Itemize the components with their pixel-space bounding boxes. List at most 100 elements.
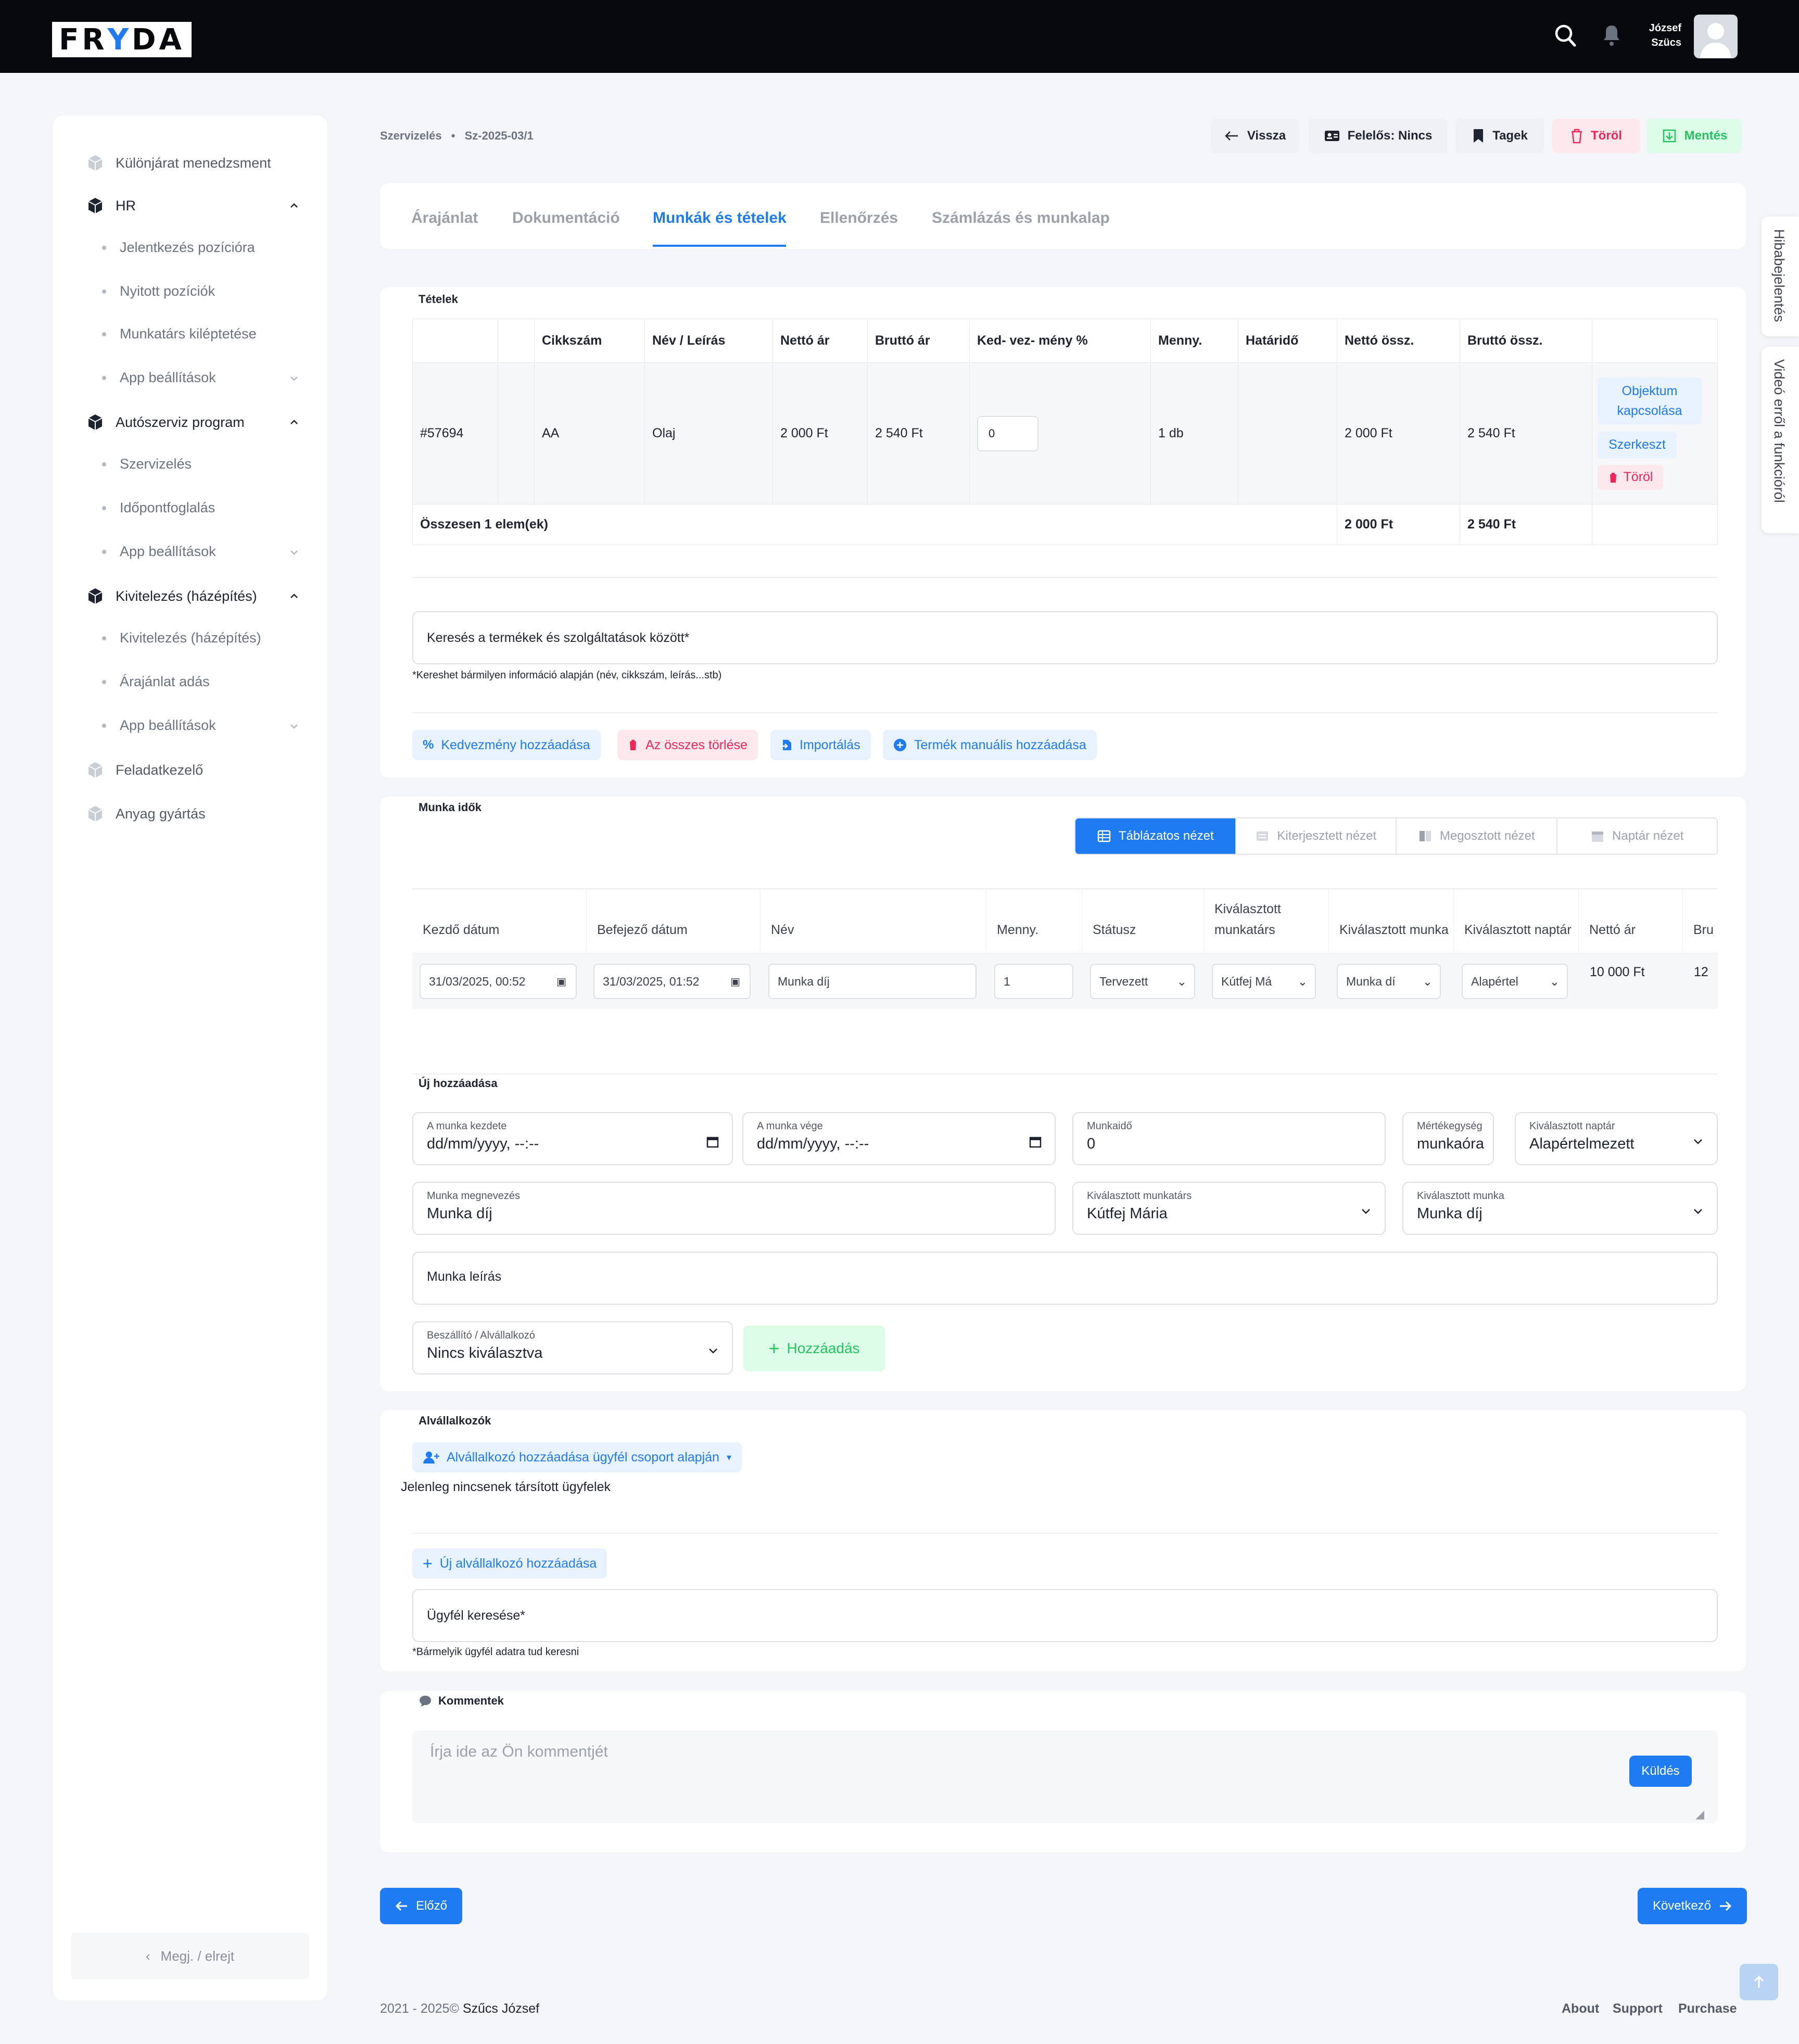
chevron-down-icon <box>1692 1135 1704 1150</box>
link-object-button[interactable]: Objektum kapcsolása <box>1598 377 1702 424</box>
chevron-down-icon[interactable] <box>288 721 300 732</box>
id-card-icon <box>1324 131 1339 141</box>
product-search-input[interactable]: Keresés a termékek és szolgáltatások köz… <box>412 611 1718 664</box>
work-select[interactable]: Munka dí ⌄ <box>1337 964 1441 999</box>
end-date-input[interactable]: 31/03/2025, 01:52 ▣ <box>593 964 751 999</box>
sidebar-item-autoszerviz[interactable]: Autószerviz program <box>86 413 245 431</box>
next-button[interactable]: Következő <box>1638 1888 1747 1924</box>
sidebar-item-szervizeles[interactable]: Szervizelés <box>102 456 192 472</box>
start-date-input[interactable]: 31/03/2025, 00:52 ▣ <box>420 964 577 999</box>
add-work-button[interactable]: + Hozzáadás <box>743 1326 885 1371</box>
add-discount-button[interactable]: % Kedvezmény hozzáadása <box>412 730 601 760</box>
previous-button[interactable]: Előző <box>380 1888 462 1924</box>
bug-report-tab[interactable]: Hibabejelentés <box>1762 217 1799 336</box>
calendar-select-field[interactable]: Kiválasztott naptár Alapértelmezett <box>1515 1112 1718 1165</box>
chevron-down-icon: ⌄ <box>1549 974 1560 989</box>
avatar[interactable] <box>1694 15 1738 58</box>
chevron-up-icon[interactable] <box>288 200 300 211</box>
delete-button[interactable]: Töröl <box>1552 119 1640 153</box>
work-end-field[interactable]: A munka vége dd/mm/yyyy, --:-- <box>742 1112 1056 1165</box>
sidebar-item-hr[interactable]: HR <box>86 197 136 215</box>
sidebar-item-jelentkezes[interactable]: Jelentkezés pozícióra <box>102 239 255 256</box>
tabs-card: Árajánlat Dokumentáció Munkák és tételek… <box>380 183 1746 249</box>
save-icon <box>1663 129 1676 143</box>
worker-select[interactable]: Kútfej Má ⌄ <box>1212 964 1316 999</box>
back-button[interactable]: Vissza <box>1211 119 1299 153</box>
import-button[interactable]: Importálás <box>770 730 871 760</box>
arrow-right-icon <box>1720 1901 1732 1911</box>
add-subcontractor-by-group-button[interactable]: Alvállalkozó hozzáadása ügyfél csoport a… <box>412 1442 742 1472</box>
work-start-field[interactable]: A munka kezdete dd/mm/yyyy, --:-- <box>412 1112 733 1165</box>
view-split-button[interactable]: Megosztott nézet <box>1397 818 1557 854</box>
work-name-field[interactable]: Munka megnevezés Munka díj <box>412 1182 1056 1235</box>
footer-link-purchase[interactable]: Purchase <box>1678 2001 1737 2016</box>
comment-textarea[interactable]: Írja ide az Ön kommentjét ◢ <box>412 1731 1718 1823</box>
active-tab-indicator <box>653 245 786 247</box>
new-subcontractor-button[interactable]: + Új alvállalkozó hozzáadása <box>412 1548 607 1579</box>
subcontractors-card: Alvállalkozók Alvállalkozó hozzáadása üg… <box>380 1410 1746 1671</box>
responsible-button[interactable]: Felelős: Nincs <box>1309 119 1447 153</box>
feature-video-tab[interactable]: Videó erről a funkcióról <box>1762 347 1799 533</box>
scroll-to-top-button[interactable] <box>1740 1964 1778 2000</box>
client-search-input[interactable]: Ügyfél keresése* <box>412 1589 1718 1642</box>
view-switcher: Táblázatos nézet Kiterjesztett nézet Meg… <box>1074 817 1718 855</box>
bell-icon[interactable] <box>1602 24 1621 49</box>
sidebar-item-arajanlat-adas[interactable]: Árajánlat adás <box>102 674 210 690</box>
tags-button[interactable]: Tagek <box>1455 119 1544 153</box>
view-table-button[interactable]: Táblázatos nézet <box>1075 818 1236 854</box>
row-delete-button[interactable]: Töröl <box>1598 464 1663 490</box>
chevron-down-icon[interactable] <box>288 547 300 558</box>
tab-szamlazas[interactable]: Számlázás és munkalap <box>932 209 1110 227</box>
discount-input[interactable]: 0 <box>977 415 1038 451</box>
send-comment-button[interactable]: Küldés <box>1629 1756 1692 1787</box>
work-name-input[interactable]: Munka díj <box>768 964 977 999</box>
sidebar-item-hr-app-settings[interactable]: App beállítások <box>102 370 216 386</box>
sidebar-item-idopontfoglalas[interactable]: Időpontfoglalás <box>102 500 215 516</box>
add-manual-product-button[interactable]: Termék manuális hozzáadása <box>883 730 1097 760</box>
chevron-down-icon[interactable] <box>288 373 300 384</box>
sidebar-item-kiv-app-settings[interactable]: App beállítások <box>102 717 216 734</box>
sidebar-item-kivitelezes[interactable]: Kivitelezés (házépítés) <box>86 587 257 605</box>
work-duration-field[interactable]: Munkaidő 0 <box>1072 1112 1386 1165</box>
footer-link-support[interactable]: Support <box>1613 2001 1663 2016</box>
chevron-up-icon[interactable] <box>288 590 300 602</box>
tab-arajanlat[interactable]: Árajánlat <box>411 209 478 227</box>
unit-field[interactable]: Mértékegység munkaóra <box>1402 1112 1494 1165</box>
tab-dokumentacio[interactable]: Dokumentáció <box>512 209 620 227</box>
work-type-select-field[interactable]: Kiválasztott munka Munka díj <box>1402 1182 1718 1235</box>
sidebar-item-anyag-gyartas[interactable]: Anyag gyártás <box>86 805 206 823</box>
tab-ellenorzes[interactable]: Ellenőrzés <box>820 209 898 227</box>
sidebar-item-kivitelezes-sub[interactable]: Kivitelezés (házépítés) <box>102 630 261 646</box>
view-calendar-button[interactable]: Naptár nézet <box>1557 818 1717 854</box>
worker-select-field[interactable]: Kiválasztott munkatárs Kútfej Mária <box>1072 1182 1386 1235</box>
view-extended-button[interactable]: Kiterjesztett nézet <box>1236 818 1397 854</box>
chevron-up-icon[interactable] <box>288 417 300 428</box>
footer-link-about[interactable]: About <box>1562 2001 1599 2016</box>
top-bar: FR Y DA József Szücs <box>0 0 1799 73</box>
sidebar-item-auto-app-settings[interactable]: App beállítások <box>102 544 216 560</box>
status-select[interactable]: Tervezett ⌄ <box>1090 964 1195 999</box>
arrow-left-icon <box>1225 131 1238 141</box>
supplier-select-field[interactable]: Beszállító / Alvállalkozó Nincs kiválasz… <box>412 1321 733 1374</box>
chevron-down-icon <box>1360 1205 1372 1220</box>
clear-all-button[interactable]: Az összes törlése <box>617 730 758 760</box>
edit-button[interactable]: Szerkeszt <box>1598 431 1677 459</box>
save-button[interactable]: Mentés <box>1647 119 1742 153</box>
fryda-logo[interactable]: FR Y DA <box>52 22 192 57</box>
sidebar-item-kulonjarat[interactable]: Különjárat menedzsment <box>86 154 271 172</box>
comments-title: Kommentek <box>419 1694 504 1708</box>
search-icon[interactable] <box>1554 23 1577 51</box>
calendar-icon <box>1592 831 1604 842</box>
sidebar-item-kileptetes[interactable]: Munkatárs kiléptetése <box>102 326 257 342</box>
sidebar-collapse-button[interactable]: ‹ Megj. / elrejt <box>71 1933 309 1979</box>
user-name[interactable]: József Szücs <box>1629 21 1681 50</box>
sidebar-item-feladatkezelo[interactable]: Feladatkezelő <box>86 761 203 779</box>
quantity-input[interactable]: 1 <box>994 964 1073 999</box>
work-description-field[interactable]: Munka leírás <box>412 1252 1718 1305</box>
sidebar-item-nyitott-poziciok[interactable]: Nyitott pozíciók <box>102 283 215 299</box>
calendar-select[interactable]: Alapértel ⌄ <box>1462 964 1568 999</box>
resize-handle-icon[interactable]: ◢ <box>1695 1808 1704 1821</box>
tab-munkak-es-tetelek[interactable]: Munkák és tételek <box>653 209 787 227</box>
arrow-up-icon <box>1754 1975 1764 1988</box>
split-view-icon <box>1419 831 1431 841</box>
